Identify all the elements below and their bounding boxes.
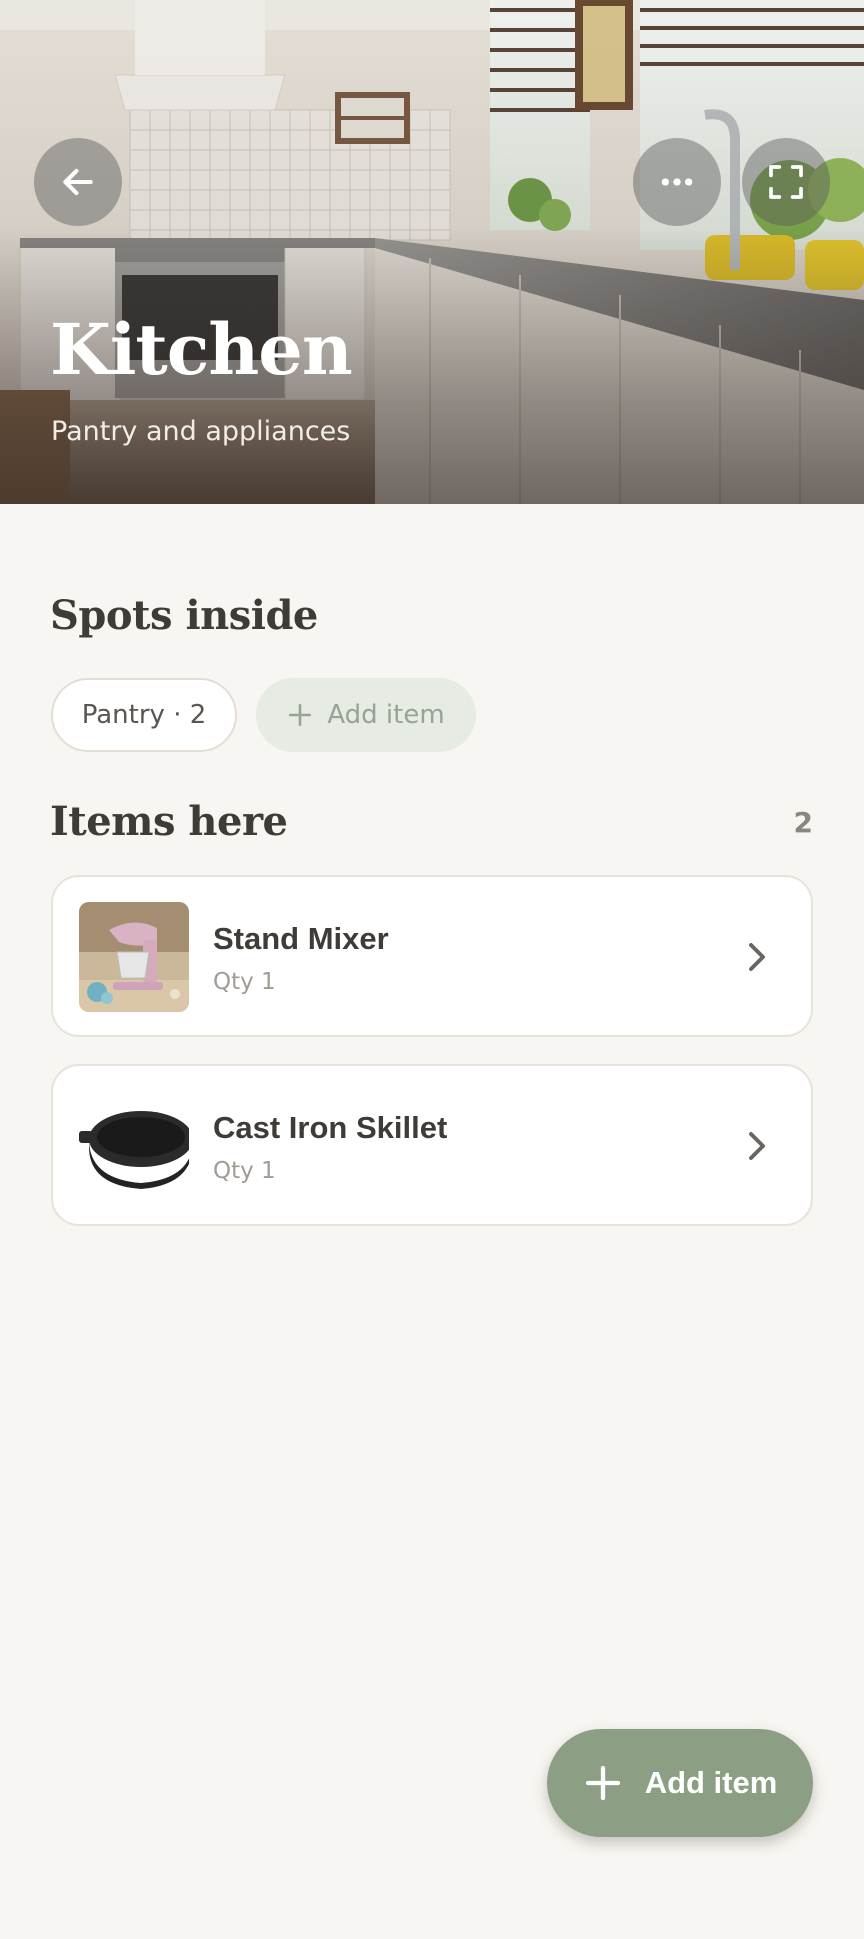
item-quantity: Qty 1 — [213, 1158, 276, 1184]
chevron-right-icon — [749, 943, 765, 971]
items-count: 2 — [793, 806, 813, 839]
chevron-right-icon — [749, 1132, 765, 1160]
more-horizontal-icon — [661, 178, 693, 186]
items-section-title: Items here — [50, 798, 288, 845]
spot-chip-pantry[interactable]: Pantry · 2 — [51, 678, 237, 752]
add-item-fab[interactable]: Add item — [547, 1729, 813, 1837]
plus-icon — [585, 1765, 620, 1801]
plus-icon — [289, 703, 312, 727]
item-thumbnail — [79, 1091, 189, 1201]
item-quantity: Qty 1 — [213, 969, 276, 995]
arrow-left-icon — [63, 168, 93, 196]
add-item-fab-label: Add item — [644, 1765, 778, 1800]
spots-section-title: Spots inside — [50, 592, 318, 639]
page-subtitle: Pantry and appliances — [51, 416, 351, 447]
item-card[interactable]: Cast Iron Skillet Qty 1 — [51, 1064, 813, 1226]
item-name: Stand Mixer — [213, 921, 389, 956]
spot-chip-label: Pantry · 2 — [81, 700, 207, 730]
page-title: Kitchen — [50, 308, 353, 391]
add-spot-label: Add item — [327, 700, 445, 730]
stand-mixer-image — [79, 902, 189, 1012]
more-options-button[interactable] — [633, 138, 721, 226]
item-card[interactable]: Stand Mixer Qty 1 — [51, 875, 813, 1037]
back-button[interactable] — [34, 138, 122, 226]
item-name: Cast Iron Skillet — [213, 1110, 448, 1145]
fullscreen-icon — [769, 165, 803, 199]
fullscreen-button[interactable] — [742, 138, 830, 226]
item-thumbnail — [79, 902, 189, 1012]
add-spot-chip[interactable]: Add item — [256, 678, 476, 752]
cast-iron-skillet-image — [79, 1091, 189, 1201]
hero-header: Kitchen Pantry and appliances — [0, 0, 864, 504]
